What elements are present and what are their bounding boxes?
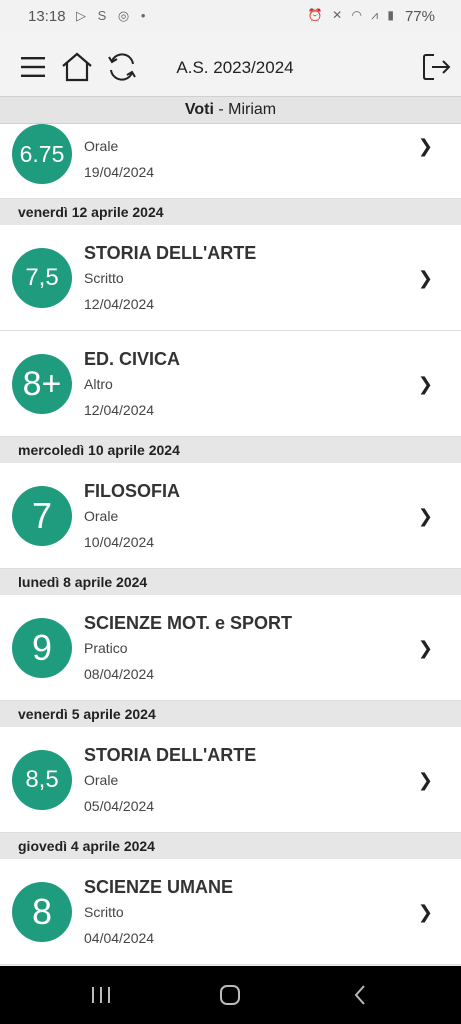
grade-date: 08/04/2024 [84, 666, 155, 682]
status-time: 13:18 [28, 8, 66, 25]
chevron-right-icon: ❯ [417, 268, 433, 288]
grade-subject: FILOSOFIA [84, 481, 180, 501]
grade-subject: SCIENZE UMANE [84, 877, 234, 897]
grade-type: Orale [84, 772, 119, 788]
system-nav-bar [0, 966, 461, 1024]
grade-type: Orale [84, 508, 119, 524]
grade-row[interactable]: 8 SCIENZE UMANE Scritto 04/04/2024 ❯ [0, 859, 461, 965]
page-title-bold: Voti [184, 101, 214, 118]
chevron-right-icon: ❯ [417, 770, 433, 790]
chevron-right-icon: ❯ [417, 506, 433, 526]
logout-button[interactable] [418, 49, 454, 85]
home-nav-icon [220, 985, 240, 1005]
logout-icon [423, 54, 451, 80]
grade-type: Altro [84, 376, 113, 392]
grade-subject: STORIA DELL'ARTE [84, 745, 257, 765]
status-bar: 13:18 ▷ S ◎ • ⏰ ✕ ◠ ⩘ ▮ 77% [0, 0, 461, 34]
chevron-right-icon: ❯ [417, 136, 433, 156]
home-icon [62, 52, 92, 82]
grade-row[interactable]: 7 FILOSOFIA Orale 10/04/2024 ❯ [0, 463, 461, 569]
school-year-title: A.S. 2023/2024 [176, 58, 294, 77]
recent-apps-icon [92, 987, 110, 1003]
grade-row[interactable]: 9 SCIENZE MOT. e SPORT Pratico 08/04/202… [0, 595, 461, 701]
grade-date: 12/04/2024 [84, 402, 155, 418]
system-icons: ⏰ ✕ ◠ ⩘ ▮ [307, 8, 397, 22]
page-title-student: - Miriam [213, 101, 277, 118]
grade-row[interactable]: 8+ ED. CIVICA Altro 12/04/2024 ❯ [0, 331, 461, 437]
recent-apps-button[interactable] [87, 982, 115, 1008]
battery-level: 77% [404, 8, 435, 25]
grade-date: 04/04/2024 [84, 930, 155, 946]
notification-icons: ▷ S ◎ • [76, 8, 150, 23]
back-button[interactable] [346, 982, 374, 1008]
grade-badge: 8 [12, 882, 72, 942]
grade-row[interactable]: 7,5 STORIA DELL'ARTE Scritto 12/04/2024 … [0, 225, 461, 331]
grade-subject: ED. CIVICA [84, 349, 181, 369]
grade-type: Pratico [84, 640, 128, 656]
grade-type: Orale [84, 138, 119, 154]
chevron-right-icon: ❯ [417, 902, 433, 922]
back-icon [354, 985, 365, 1005]
grade-row[interactable]: 6.75 Orale 19/04/2024 ❯ [0, 124, 461, 199]
grade-row[interactable]: 8,5 STORIA DELL'ARTE Orale 05/04/2024 ❯ [0, 727, 461, 833]
page-title: Voti - Miriam [0, 96, 461, 124]
grade-date: 05/04/2024 [84, 798, 155, 814]
grade-date: 10/04/2024 [84, 534, 155, 550]
grade-type: Scritto [84, 904, 124, 920]
day-header: giovedì 4 aprile 2024 [0, 833, 461, 859]
day-header: venerdì 5 aprile 2024 [0, 701, 461, 727]
grade-subject: SCIENZE MOT. e SPORT [84, 613, 293, 633]
hamburger-icon [21, 57, 45, 77]
grade-badge: 9 [12, 618, 72, 678]
home-nav-button[interactable] [216, 982, 244, 1008]
refresh-icon [108, 53, 136, 81]
chevron-right-icon: ❯ [417, 374, 433, 394]
grade-badge: 7,5 [12, 248, 72, 308]
refresh-button[interactable] [104, 49, 140, 85]
grades-list: 6.75 Orale 19/04/2024 ❯ venerdì 12 april… [0, 124, 461, 966]
day-header: venerdì 12 aprile 2024 [0, 199, 461, 225]
top-app-bar: A.S. 2023/2024 [0, 34, 461, 96]
grade-subject: STORIA DELL'ARTE [84, 243, 257, 263]
grade-date: 12/04/2024 [84, 296, 155, 312]
grade-badge: 8+ [12, 354, 72, 414]
grade-badge: 8,5 [12, 750, 72, 810]
menu-button[interactable] [15, 49, 51, 85]
chevron-right-icon: ❯ [417, 638, 433, 658]
grade-badge: 7 [12, 486, 72, 546]
grade-badge: 6.75 [12, 124, 72, 184]
day-header: mercoledì 10 aprile 2024 [0, 437, 461, 463]
day-header: lunedì 8 aprile 2024 [0, 569, 461, 595]
grade-type: Scritto [84, 270, 124, 286]
grade-date: 19/04/2024 [84, 164, 155, 180]
home-button[interactable] [59, 49, 95, 85]
